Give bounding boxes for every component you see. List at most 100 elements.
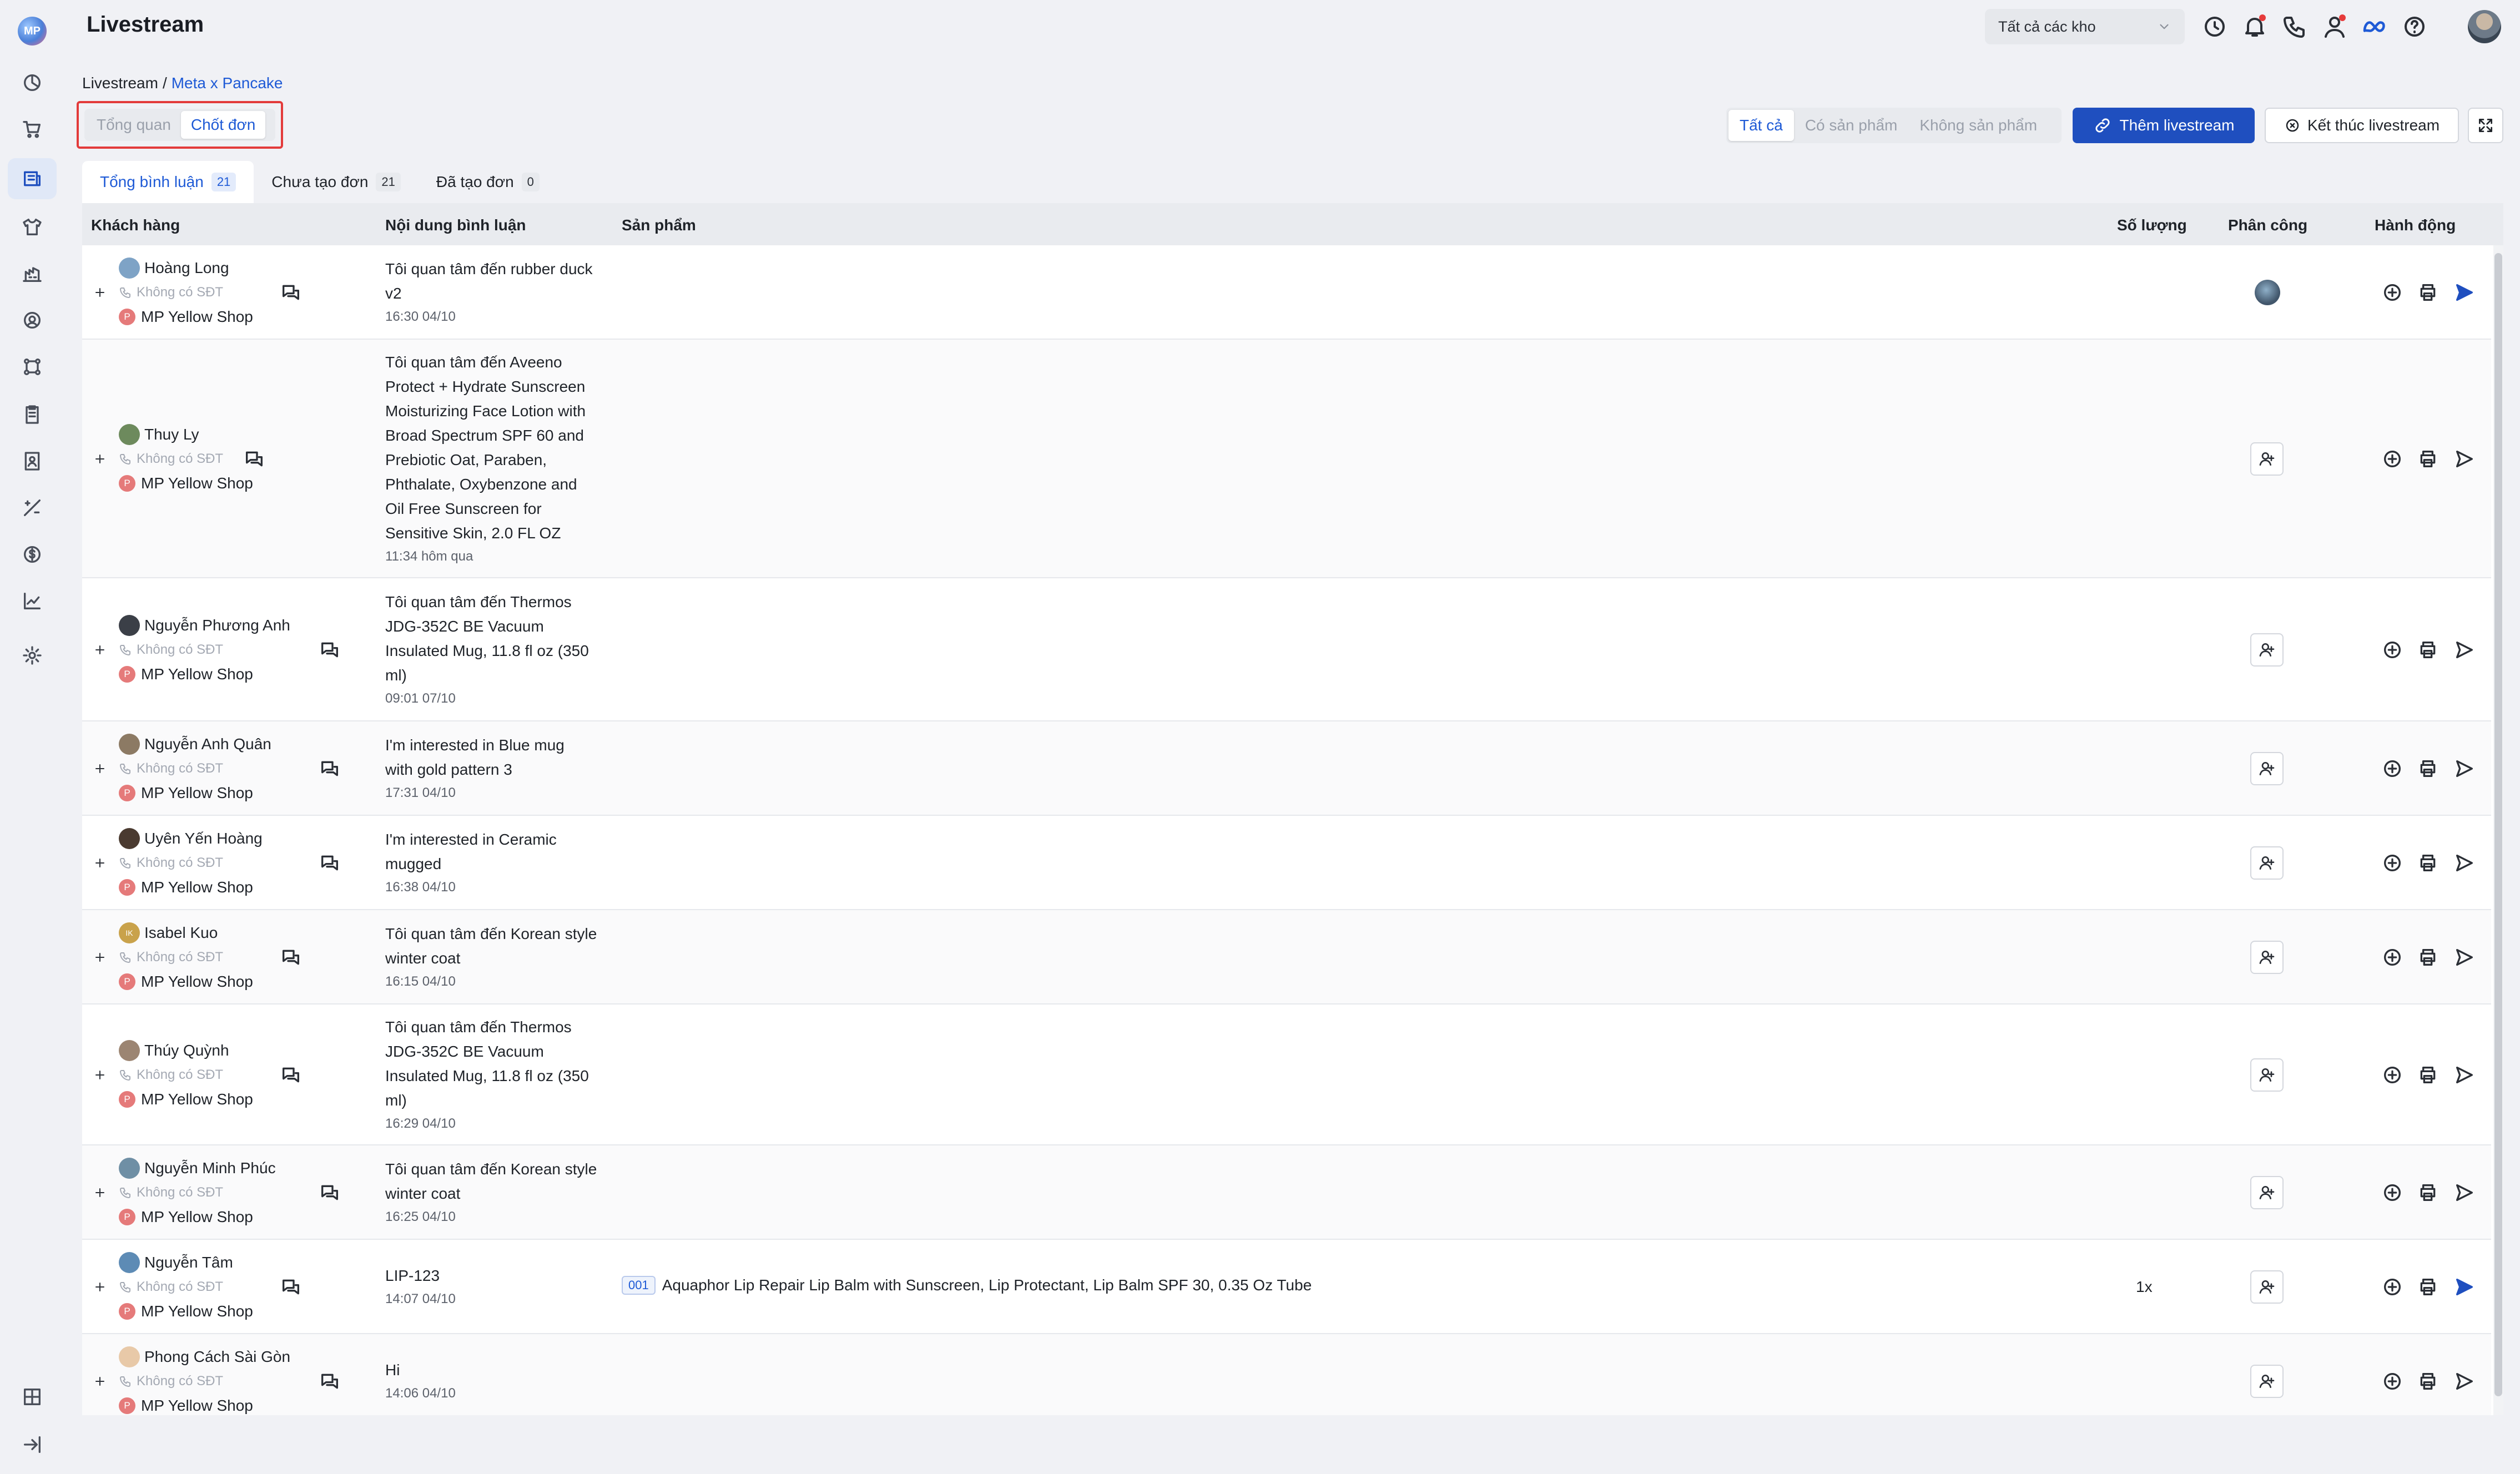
customer-name[interactable]: Hoàng Long: [144, 259, 229, 277]
send-message-button[interactable]: [2453, 281, 2476, 304]
tab-close-orders[interactable]: Chốt đơn: [180, 111, 266, 139]
customer-name[interactable]: Nguyễn Tâm: [144, 1254, 233, 1271]
add-order-button[interactable]: [2381, 1276, 2403, 1298]
sidebar-item-warehouse[interactable]: [8, 253, 57, 294]
avatar[interactable]: [2468, 10, 2501, 43]
print-button[interactable]: [2417, 852, 2439, 874]
send-message-button[interactable]: [2453, 1064, 2476, 1086]
assign-button[interactable]: [2250, 846, 2284, 880]
warehouse-select[interactable]: Tất cả các kho: [1985, 9, 2185, 44]
add-livestream-button[interactable]: Thêm livestream: [2073, 108, 2255, 143]
chat-button[interactable]: [319, 639, 341, 661]
customer-name[interactable]: Thuy Ly: [144, 426, 199, 443]
print-button[interactable]: [2417, 1182, 2439, 1204]
history-button[interactable]: [2201, 13, 2228, 40]
print-button[interactable]: [2417, 946, 2439, 968]
customer-name[interactable]: Uyên Yến Hoàng: [144, 830, 263, 847]
assign-button[interactable]: [2250, 633, 2284, 667]
expand-row-icon[interactable]: [93, 1375, 107, 1388]
sidebar-item-integrations[interactable]: [8, 346, 57, 387]
assign-button[interactable]: [2250, 941, 2284, 974]
chat-button[interactable]: [243, 448, 265, 470]
fullscreen-button[interactable]: [2468, 108, 2503, 143]
send-message-button[interactable]: [2453, 946, 2476, 968]
expand-row-icon[interactable]: [93, 643, 107, 657]
scrollbar-thumb[interactable]: [2494, 253, 2502, 1396]
tab-overview[interactable]: Tổng quan: [87, 111, 181, 139]
assign-button[interactable]: [2250, 752, 2284, 785]
breadcrumb-root[interactable]: Livestream: [82, 74, 158, 92]
app-logo[interactable]: MP: [18, 17, 47, 46]
sidebar-item-customers[interactable]: [8, 300, 57, 341]
print-button[interactable]: [2417, 639, 2439, 661]
send-message-button[interactable]: [2453, 1276, 2476, 1298]
chat-button[interactable]: [319, 758, 341, 780]
sidebar-item-finance[interactable]: [8, 534, 57, 575]
send-message-button[interactable]: [2453, 448, 2476, 470]
sidebar-item-reports-list[interactable]: [8, 394, 57, 435]
add-order-button[interactable]: [2381, 852, 2403, 874]
expand-row-icon[interactable]: [93, 1280, 107, 1294]
breadcrumb-current[interactable]: Meta x Pancake: [172, 74, 283, 92]
send-message-button[interactable]: [2453, 639, 2476, 661]
assign-button[interactable]: [2250, 1270, 2284, 1304]
print-button[interactable]: [2417, 758, 2439, 780]
expand-row-icon[interactable]: [93, 452, 107, 466]
sidebar-item-promotions[interactable]: [8, 487, 57, 528]
filter-with-product[interactable]: Có sản phẩm: [1794, 110, 1909, 141]
tab-created[interactable]: Đã tạo đơn 0: [419, 161, 557, 203]
add-order-button[interactable]: [2381, 758, 2403, 780]
expand-row-icon[interactable]: [93, 856, 107, 870]
expand-row-icon[interactable]: [93, 286, 107, 299]
help-button[interactable]: [2401, 13, 2428, 40]
meta-button[interactable]: [2361, 13, 2388, 40]
assignee-avatar[interactable]: [2255, 280, 2280, 305]
chat-button[interactable]: [280, 1276, 302, 1298]
chat-button[interactable]: [319, 852, 341, 874]
expand-row-icon[interactable]: [93, 951, 107, 964]
chat-button[interactable]: [319, 1370, 341, 1392]
chat-button[interactable]: [280, 281, 302, 304]
customer-name[interactable]: Nguyễn Minh Phúc: [144, 1159, 276, 1177]
add-order-button[interactable]: [2381, 448, 2403, 470]
sidebar-item-livestream[interactable]: [8, 158, 57, 199]
expand-row-icon[interactable]: [93, 1068, 107, 1082]
customer-name[interactable]: Thúy Quỳnh: [144, 1042, 229, 1059]
add-order-button[interactable]: [2381, 1064, 2403, 1086]
customer-name[interactable]: Phong Cách Sài Gòn: [144, 1348, 290, 1366]
sidebar-item-analytics[interactable]: [8, 580, 57, 622]
assign-button[interactable]: [2250, 1176, 2284, 1209]
chat-button[interactable]: [280, 1064, 302, 1086]
chat-button[interactable]: [319, 1182, 341, 1204]
sidebar-item-dashboard[interactable]: [8, 62, 57, 103]
notifications-button[interactable]: [2241, 13, 2268, 40]
tab-total-comments[interactable]: Tổng bình luận 21: [82, 161, 254, 203]
send-message-button[interactable]: [2453, 1182, 2476, 1204]
sidebar-item-orders[interactable]: [8, 109, 57, 150]
user-button[interactable]: [2321, 13, 2348, 40]
print-button[interactable]: [2417, 281, 2439, 304]
add-order-button[interactable]: [2381, 1182, 2403, 1204]
print-button[interactable]: [2417, 1370, 2439, 1392]
phone-button[interactable]: [2281, 13, 2308, 40]
send-message-button[interactable]: [2453, 758, 2476, 780]
print-button[interactable]: [2417, 448, 2439, 470]
add-order-button[interactable]: [2381, 639, 2403, 661]
expand-row-icon[interactable]: [93, 1186, 107, 1199]
assign-button[interactable]: [2250, 442, 2284, 476]
add-order-button[interactable]: [2381, 946, 2403, 968]
filter-all[interactable]: Tất cả: [1728, 110, 1794, 141]
customer-name[interactable]: Isabel Kuo: [144, 924, 218, 942]
add-order-button[interactable]: [2381, 281, 2403, 304]
add-order-button[interactable]: [2381, 1370, 2403, 1392]
end-livestream-button[interactable]: Kết thúc livestream: [2265, 108, 2459, 143]
chat-button[interactable]: [280, 946, 302, 968]
tab-not-created[interactable]: Chưa tạo đơn 21: [254, 161, 419, 203]
sidebar-item-contacts[interactable]: [8, 441, 57, 482]
sidebar-item-settings[interactable]: [8, 635, 57, 676]
customer-name[interactable]: Nguyễn Phương Anh: [144, 617, 290, 634]
assign-button[interactable]: [2250, 1365, 2284, 1398]
assign-button[interactable]: [2250, 1058, 2284, 1092]
sidebar-collapse-button[interactable]: [8, 1424, 57, 1465]
send-message-button[interactable]: [2453, 1370, 2476, 1392]
